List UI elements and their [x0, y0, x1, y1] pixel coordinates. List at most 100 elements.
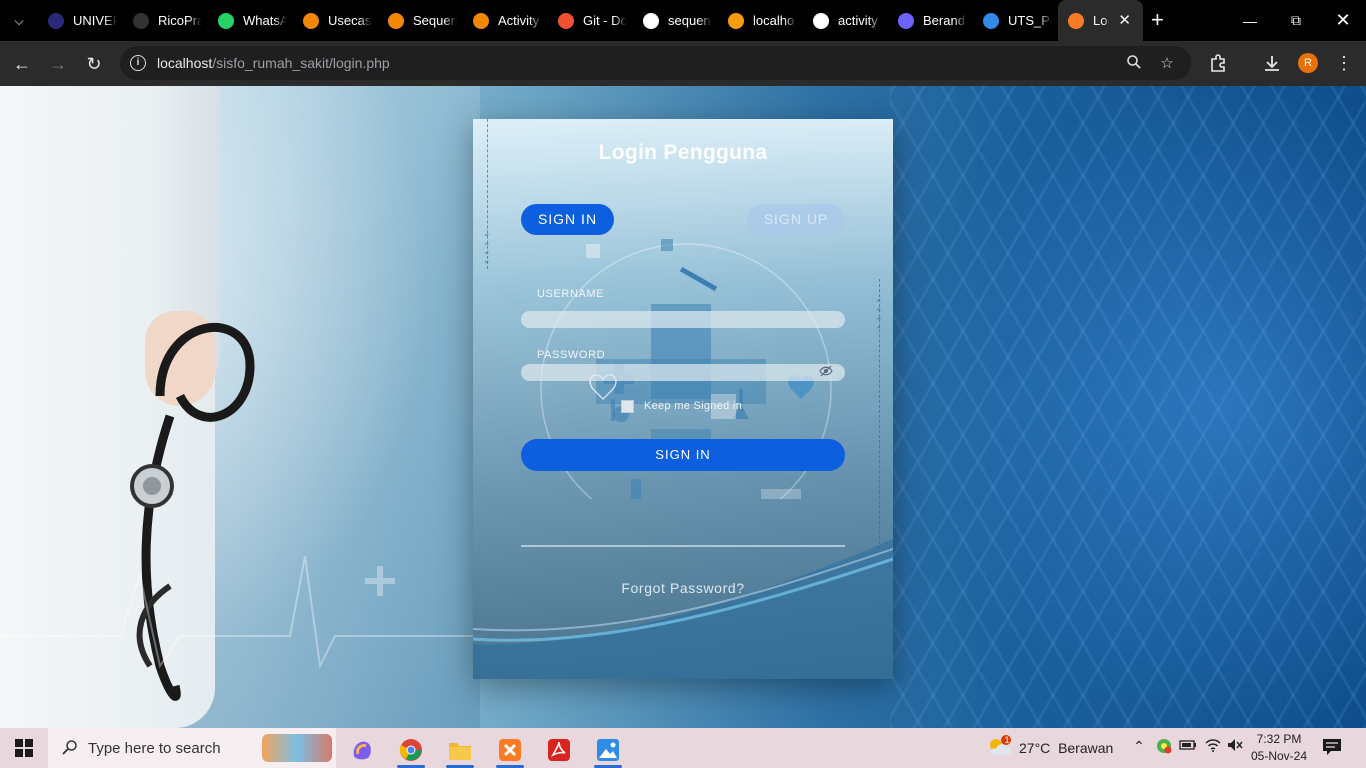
tab-3[interactable]: Usecas — [293, 0, 378, 41]
windows-taskbar: Type here to search 1 27°C Berawan ⌃ 7:3… — [0, 728, 1366, 768]
zoom-icon[interactable] — [1125, 54, 1143, 72]
site-info-icon[interactable]: i — [130, 55, 146, 71]
reload-icon[interactable]: ↻ — [82, 52, 106, 76]
tab-7[interactable]: sequen — [633, 0, 718, 41]
tab-5[interactable]: Activity — [463, 0, 548, 41]
tab-6[interactable]: Git - Do — [548, 0, 633, 41]
tab-title: WhatsA — [243, 13, 287, 28]
taskbar-search-box[interactable]: Type here to search — [48, 728, 336, 768]
password-label: PASSWORD — [537, 349, 606, 361]
whatsapp-icon — [218, 12, 234, 29]
login-card: ⌄ ⌄ ⌄ ⌄ ⌃ ⌃ ⌃ ⌃ Login Pengguna SIGN IN SIGN UP — [473, 119, 893, 679]
photos-icon[interactable] — [588, 732, 628, 768]
tab-title: Sequen — [413, 13, 457, 28]
password-field[interactable] — [521, 364, 845, 381]
tab-8[interactable]: localho — [718, 0, 803, 41]
tab-9[interactable]: activity — [803, 0, 888, 41]
tab-list: UNIVER RicoPra WhatsA Usecas Sequen Activity G… — [38, 0, 1143, 41]
address-bar[interactable]: i localhost/sisfo_rumah_sakit/login.php … — [120, 46, 1191, 80]
drawio-icon — [303, 12, 319, 29]
bookmark-star-icon[interactable]: ☆ — [1158, 54, 1176, 72]
tab-title: sequen — [668, 13, 711, 28]
tab-title: Berand — [923, 13, 965, 28]
chevron-up-icon[interactable]: ⌃ — [1129, 738, 1149, 755]
downloads-icon[interactable] — [1261, 53, 1283, 75]
file-explorer-icon[interactable] — [440, 732, 480, 768]
system-clock[interactable]: 7:32 PM 05-Nov-24 — [1244, 731, 1314, 765]
extensions-puzzle-icon[interactable] — [1207, 53, 1229, 75]
keep-signed-in-label[interactable]: Keep me Signed in — [644, 400, 742, 412]
weather-desc: Berawan — [1058, 740, 1114, 756]
close-window-icon[interactable]: ✕ — [1320, 0, 1366, 41]
tab-title: RicoPra — [158, 13, 202, 28]
new-tab-button[interactable]: + — [1151, 8, 1164, 32]
eye-slash-icon[interactable] — [819, 365, 833, 377]
sign-in-button[interactable]: SIGN IN — [521, 439, 845, 471]
chevron-up-decoration-icon: ⌃ ⌃ ⌃ ⌃ — [875, 298, 883, 335]
tab-title: UNIVER — [73, 13, 117, 28]
tab-10[interactable]: Berand — [888, 0, 973, 41]
windows-start-icon[interactable] — [0, 728, 48, 768]
tab-4[interactable]: Sequen — [378, 0, 463, 41]
username-label: USERNAME — [537, 288, 605, 300]
volume-muted-icon[interactable] — [1225, 738, 1245, 755]
tray-app-icon[interactable] — [1154, 738, 1174, 757]
tab-search-chevron-icon[interactable]: ⌵ — [8, 10, 30, 32]
minimize-icon[interactable]: — — [1227, 0, 1273, 41]
back-arrow-icon[interactable]: ← — [10, 52, 34, 76]
battery-icon[interactable] — [1178, 738, 1198, 754]
keep-signed-in-checkbox[interactable] — [621, 400, 634, 413]
tab-2[interactable]: WhatsA — [208, 0, 293, 41]
restore-icon[interactable]: ⧉ — [1273, 0, 1319, 41]
ecg-line-decoration — [0, 556, 480, 670]
university-icon — [48, 12, 64, 29]
browser-tab-strip: ⌵ UNIVER RicoPra WhatsA Usecas Sequen Activit… — [0, 0, 1366, 41]
page-title: Login Pengguna — [598, 141, 768, 164]
tab-title: Activity — [498, 13, 540, 28]
tab-title: UTS_Pe — [1008, 13, 1052, 28]
tab-title: localho — [753, 13, 795, 28]
tab-1[interactable]: RicoPra — [123, 0, 208, 41]
search-icon — [62, 739, 78, 760]
tab-12[interactable]: Log ✕ — [1058, 0, 1143, 41]
xampp-phpmyadmin-icon — [728, 12, 744, 29]
weather-temp: 27°C — [1019, 740, 1051, 756]
divider — [521, 545, 845, 547]
search-placeholder: Type here to search — [88, 740, 221, 757]
acrobat-icon[interactable] — [539, 732, 579, 768]
url-text[interactable]: localhost/sisfo_rumah_sakit/login.php — [157, 55, 390, 71]
tab-0[interactable]: UNIVER — [38, 0, 123, 41]
username-field[interactable] — [521, 311, 845, 328]
wave-decoration — [473, 539, 893, 679]
wifi-icon[interactable] — [1203, 738, 1223, 755]
copilot-icon[interactable] — [342, 732, 382, 768]
close-tab-icon[interactable]: ✕ — [1118, 11, 1131, 29]
chrome-icon[interactable] — [391, 732, 431, 768]
drawio-icon — [473, 12, 489, 29]
google-icon — [643, 12, 659, 29]
url-host: localhost — [157, 55, 213, 71]
tab-sign-in[interactable]: SIGN IN — [521, 204, 614, 235]
notification-center-icon[interactable] — [1322, 738, 1342, 756]
tab-title: Usecas — [328, 13, 372, 28]
browser-menu-icon[interactable]: ⋮ — [1333, 53, 1355, 75]
search-highlight-image — [262, 734, 332, 762]
github-icon — [133, 12, 149, 29]
google-icon — [813, 12, 829, 29]
tab-title: activity — [838, 13, 878, 28]
weather-text[interactable]: 27°C Berawan — [1019, 740, 1113, 756]
drawio-icon — [388, 12, 404, 29]
xampp-icon — [1068, 12, 1084, 29]
login-page: ⌄ ⌄ ⌄ ⌄ ⌃ ⌃ ⌃ ⌃ Login Pengguna SIGN IN SIGN UP — [0, 86, 1366, 728]
xampp-icon[interactable] — [490, 732, 530, 768]
profile-avatar[interactable]: R — [1298, 53, 1318, 73]
clock-time: 7:32 PM — [1256, 732, 1302, 746]
forward-arrow-icon[interactable]: → — [46, 52, 70, 76]
tab-sign-up[interactable]: SIGN UP — [747, 204, 845, 235]
cloud-icon — [983, 12, 999, 29]
tab-11[interactable]: UTS_Pe — [973, 0, 1058, 41]
forgot-password-link[interactable]: Forgot Password? — [473, 580, 893, 596]
browser-toolbar: ← → ↻ i localhost/sisfo_rumah_sakit/logi… — [0, 41, 1366, 86]
tab-title: Git - Do — [583, 13, 627, 28]
hexagon-icon — [898, 12, 914, 29]
